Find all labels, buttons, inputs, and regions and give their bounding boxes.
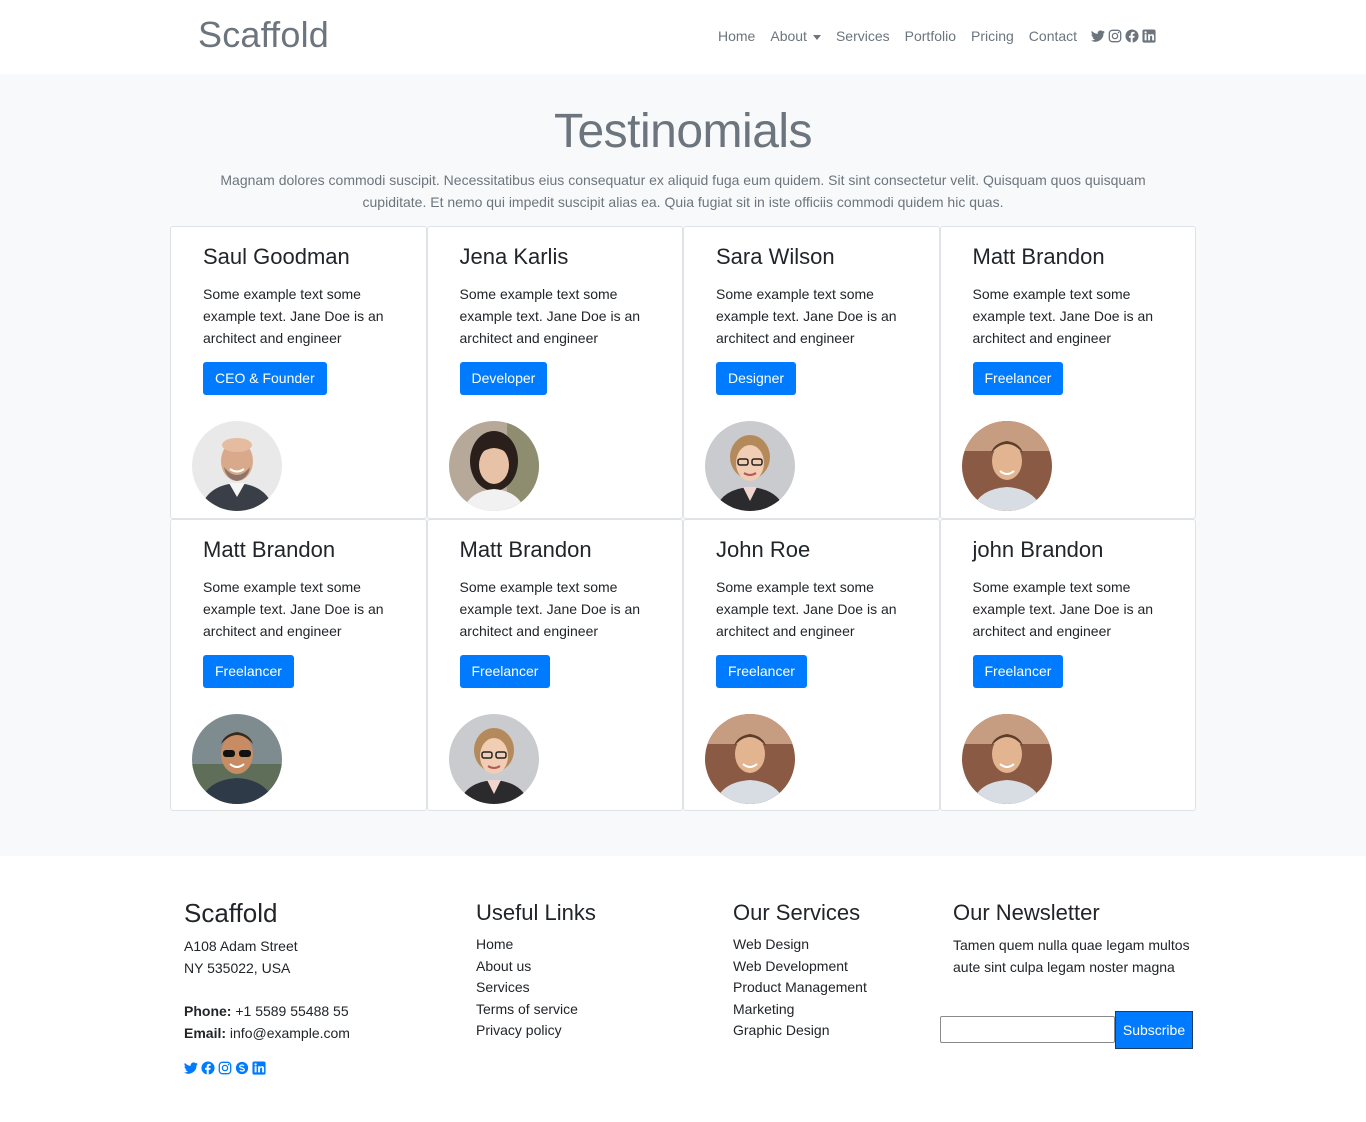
service-link-web-design[interactable]: Web Design: [733, 934, 867, 956]
card-name: john Brandon: [972, 537, 1104, 562]
linkedin-icon[interactable]: [252, 1061, 266, 1075]
service-link-web-development[interactable]: Web Development: [733, 956, 867, 978]
testimonials-grid: Saul Goodman Some example text some exam…: [170, 226, 1196, 811]
footer-link-services[interactable]: Services: [476, 977, 596, 999]
newsletter-heading: Our Newsletter: [953, 900, 1100, 925]
role-button[interactable]: Freelancer: [716, 655, 807, 688]
card-name: Matt Brandon: [459, 537, 592, 562]
card-text: Some example text some example text. Jan…: [716, 286, 897, 346]
newsletter-form: Subscribe: [940, 1011, 1193, 1049]
card-name: Sara Wilson: [716, 244, 835, 269]
twitter-icon[interactable]: [184, 1061, 198, 1075]
service-link-product-management[interactable]: Product Management: [733, 977, 867, 999]
avatar: [192, 421, 282, 511]
email-label: Email:: [184, 1025, 227, 1041]
footer-contact: Scaffold A108 Adam Street NY 535022, USA…: [184, 898, 350, 1075]
avatar: [448, 421, 539, 511]
facebook-icon[interactable]: [201, 1061, 215, 1075]
footer: Scaffold A108 Adam Street NY 535022, USA…: [0, 856, 1366, 1122]
testimonials-section: Testinomials Magnam dolores commodi susc…: [0, 74, 1366, 856]
instagram-icon[interactable]: [218, 1061, 232, 1075]
subscribe-button[interactable]: Subscribe: [1115, 1011, 1193, 1049]
nav-link-about-label: About: [770, 28, 807, 44]
nav-link-home[interactable]: Home: [718, 28, 755, 44]
testimonial-card: Matt Brandon Some example text some exam…: [939, 226, 1196, 519]
section-title: Testinomials: [553, 105, 813, 158]
testimonial-card: Sara Wilson Some example text some examp…: [683, 226, 940, 519]
role-button[interactable]: Freelancer: [972, 655, 1064, 688]
email-row: Email: info@example.com: [184, 1022, 350, 1044]
phone-value: +1 5589 55488 55: [235, 1003, 349, 1019]
card-name: Saul Goodman: [203, 244, 350, 269]
footer-link-privacy[interactable]: Privacy policy: [476, 1020, 596, 1042]
avatar: [705, 421, 795, 511]
nav-menu: Home About Services Portfolio Pricing Co…: [718, 28, 1156, 44]
facebook-icon[interactable]: [1125, 29, 1139, 43]
nav-link-pricing[interactable]: Pricing: [971, 28, 1014, 44]
phone-label: Phone:: [184, 1003, 232, 1019]
useful-links-heading: Useful Links: [476, 900, 596, 925]
service-link-graphic-design[interactable]: Graphic Design: [733, 1020, 867, 1042]
card-text: Some example text some example text. Jan…: [203, 286, 384, 346]
service-link-marketing[interactable]: Marketing: [733, 999, 867, 1021]
testimonial-card: Saul Goodman Some example text some exam…: [170, 226, 427, 519]
phone-row: Phone: +1 5589 55488 55: [184, 1000, 350, 1022]
testimonial-card: Jena Karlis Some example text some examp…: [426, 226, 683, 519]
role-button[interactable]: Designer: [716, 362, 797, 395]
role-button[interactable]: CEO & Founder: [203, 362, 327, 395]
address-line-1: A108 Adam Street: [184, 938, 298, 954]
skype-icon[interactable]: [235, 1061, 249, 1075]
testimonial-card: john Brandon Some example text some exam…: [939, 519, 1196, 811]
section-description: Magnam dolores commodi suscipit. Necessi…: [220, 172, 1146, 210]
nav-link-contact[interactable]: Contact: [1029, 28, 1077, 44]
instagram-icon[interactable]: [1108, 29, 1122, 43]
role-button[interactable]: Developer: [459, 362, 548, 395]
newsletter-email-input[interactable]: [940, 1016, 1115, 1043]
brand-logo[interactable]: Scaffold: [198, 14, 329, 56]
footer-brand: Scaffold: [184, 898, 278, 928]
address-line-2: NY 535022, USA: [184, 960, 291, 976]
twitter-icon[interactable]: [1091, 29, 1105, 43]
card-name: Jena Karlis: [459, 244, 569, 269]
linkedin-icon[interactable]: [1142, 29, 1156, 43]
footer-social-icons: [184, 1061, 350, 1075]
nav-social-icons: [1091, 29, 1156, 43]
role-button[interactable]: Freelancer: [972, 362, 1064, 395]
role-button[interactable]: Freelancer: [203, 655, 294, 688]
card-text: Some example text some example text. Jan…: [459, 579, 641, 639]
footer-link-terms[interactable]: Terms of service: [476, 999, 596, 1021]
chevron-down-icon: [812, 34, 821, 40]
services-heading: Our Services: [733, 900, 861, 925]
email-value[interactable]: info@example.com: [230, 1025, 350, 1041]
testimonial-card: Matt Brandon Some example text some exam…: [426, 519, 683, 811]
card-text: Some example text some example text. Jan…: [459, 286, 641, 346]
nav-link-about[interactable]: About: [770, 28, 821, 44]
role-button[interactable]: Freelancer: [459, 655, 551, 688]
card-name: Matt Brandon: [203, 537, 336, 562]
avatar: [961, 714, 1052, 804]
footer-useful-links: Useful Links Home About us Services Term…: [476, 900, 596, 1042]
avatar: [192, 714, 282, 804]
avatar: [705, 714, 795, 804]
card-text: Some example text some example text. Jan…: [203, 579, 384, 639]
footer-newsletter: Our Newsletter Tamen quem nulla quae leg…: [953, 900, 1193, 978]
testimonial-card: Matt Brandon Some example text some exam…: [170, 519, 427, 811]
avatar: [448, 714, 539, 804]
card-name: Matt Brandon: [972, 244, 1105, 269]
nav-link-portfolio[interactable]: Portfolio: [905, 28, 956, 44]
card-text: Some example text some example text. Jan…: [972, 579, 1154, 639]
nav-link-services[interactable]: Services: [836, 28, 890, 44]
card-text: Some example text some example text. Jan…: [716, 579, 897, 639]
card-name: John Roe: [716, 537, 811, 562]
footer-link-home[interactable]: Home: [476, 934, 596, 956]
testimonial-card: John Roe Some example text some example …: [683, 519, 940, 811]
footer-link-about[interactable]: About us: [476, 956, 596, 978]
newsletter-text: Tamen quem nulla quae legam multos aute …: [953, 937, 1190, 975]
card-text: Some example text some example text. Jan…: [972, 286, 1154, 346]
footer-services: Our Services Web Design Web Development …: [733, 900, 867, 1042]
navbar: Scaffold Home About Services Portfolio P…: [0, 0, 1366, 74]
avatar: [961, 421, 1052, 511]
